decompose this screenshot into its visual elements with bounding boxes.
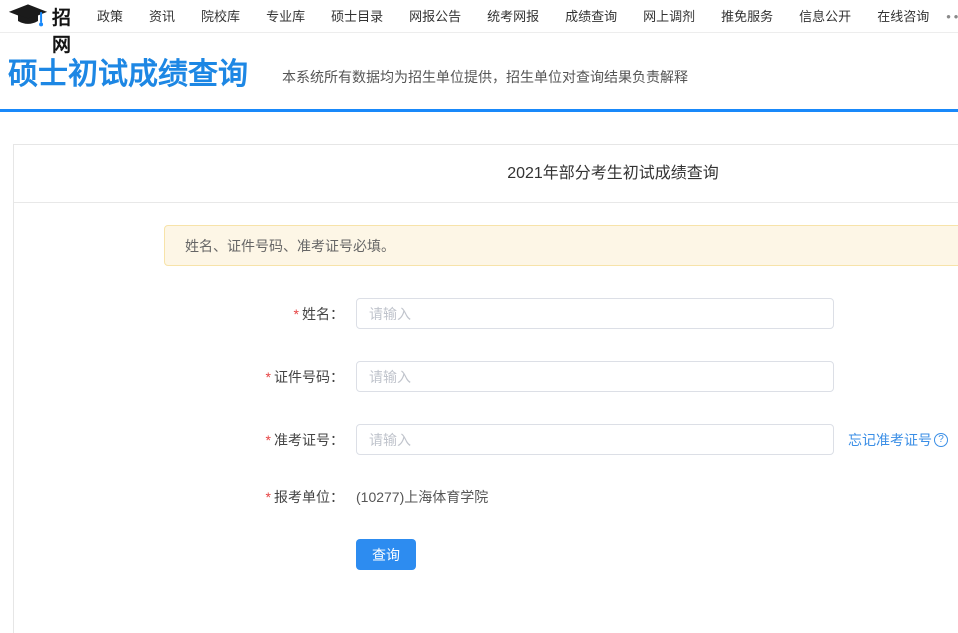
required-asterisk: *	[294, 306, 299, 322]
more-menu-icon[interactable]: •••	[946, 9, 958, 24]
nav-item-online-report-notice[interactable]: 网报公告	[396, 0, 474, 33]
required-asterisk: *	[266, 432, 271, 448]
nav-item-info-disclosure[interactable]: 信息公开	[786, 0, 864, 33]
page-subtitle: 本系统所有数据均为招生单位提供，招生单位对查询结果负责解释	[282, 67, 688, 87]
apply-unit-label: *报考单位：	[14, 487, 344, 507]
nav-item-online-consult[interactable]: 在线咨询	[864, 0, 942, 33]
required-fields-alert: 姓名、证件号码、准考证号必填。	[164, 225, 958, 266]
nav-item-score-query[interactable]: 成绩查询	[552, 0, 630, 33]
submit-row: 查询	[356, 539, 958, 570]
nav-item-policy[interactable]: 政策	[84, 0, 136, 33]
page-title: 硕士初试成绩查询	[8, 49, 248, 93]
name-label: *姓名：	[14, 304, 344, 324]
nav-item-college-library[interactable]: 院校库	[188, 0, 253, 33]
page-header: 硕士初试成绩查询 本系统所有数据均为招生单位提供，招生单位对查询结果负责解释	[0, 33, 958, 112]
nav-item-major-library[interactable]: 专业库	[253, 0, 318, 33]
name-input[interactable]	[356, 298, 834, 329]
score-query-form: *姓名： *证件号码： *准考证号：	[14, 298, 958, 570]
card-body: 姓名、证件号码、准考证号必填。 *姓名： *证件号码：	[14, 203, 958, 570]
ticket-number-input[interactable]	[356, 424, 834, 455]
id-number-label: *证件号码：	[14, 367, 344, 387]
query-button[interactable]: 查询	[356, 539, 416, 570]
forgot-ticket-link[interactable]: 忘记准考证号?	[848, 430, 948, 450]
required-asterisk: *	[266, 489, 271, 505]
nav-item-news[interactable]: 资讯	[136, 0, 188, 33]
graduation-cap-icon	[8, 3, 48, 29]
apply-unit-value: (10277)上海体育学院	[356, 487, 488, 507]
form-row-ticket-number: *准考证号： 忘记准考证号?	[14, 424, 958, 455]
question-circle-icon: ?	[934, 433, 948, 447]
main-nav: 政策 资讯 院校库 专业库 硕士目录 网报公告 统考网报 成绩查询 网上调剂 推…	[84, 0, 958, 33]
form-row-id-number: *证件号码：	[14, 361, 958, 392]
top-navbar: 研招网 政策 资讯 院校库 专业库 硕士目录 网报公告 统考网报 成绩查询 网上…	[0, 0, 958, 33]
ticket-number-label: *准考证号：	[14, 430, 344, 450]
alert-text: 姓名、证件号码、准考证号必填。	[185, 236, 395, 256]
score-query-card: 2021年部分考生初试成绩查询 姓名、证件号码、准考证号必填。 *姓名： *证件…	[13, 144, 958, 633]
id-number-input[interactable]	[356, 361, 834, 392]
nav-item-exempt-service[interactable]: 推免服务	[708, 0, 786, 33]
required-asterisk: *	[266, 369, 271, 385]
form-row-name: *姓名：	[14, 298, 958, 329]
nav-item-online-adjustment[interactable]: 网上调剂	[630, 0, 708, 33]
card-title: 2021年部分考生初试成绩查询	[14, 145, 958, 203]
form-row-apply-unit: *报考单位： (10277)上海体育学院	[14, 487, 958, 507]
nav-item-unified-exam-report[interactable]: 统考网报	[474, 0, 552, 33]
nav-item-master-catalog[interactable]: 硕士目录	[318, 0, 396, 33]
